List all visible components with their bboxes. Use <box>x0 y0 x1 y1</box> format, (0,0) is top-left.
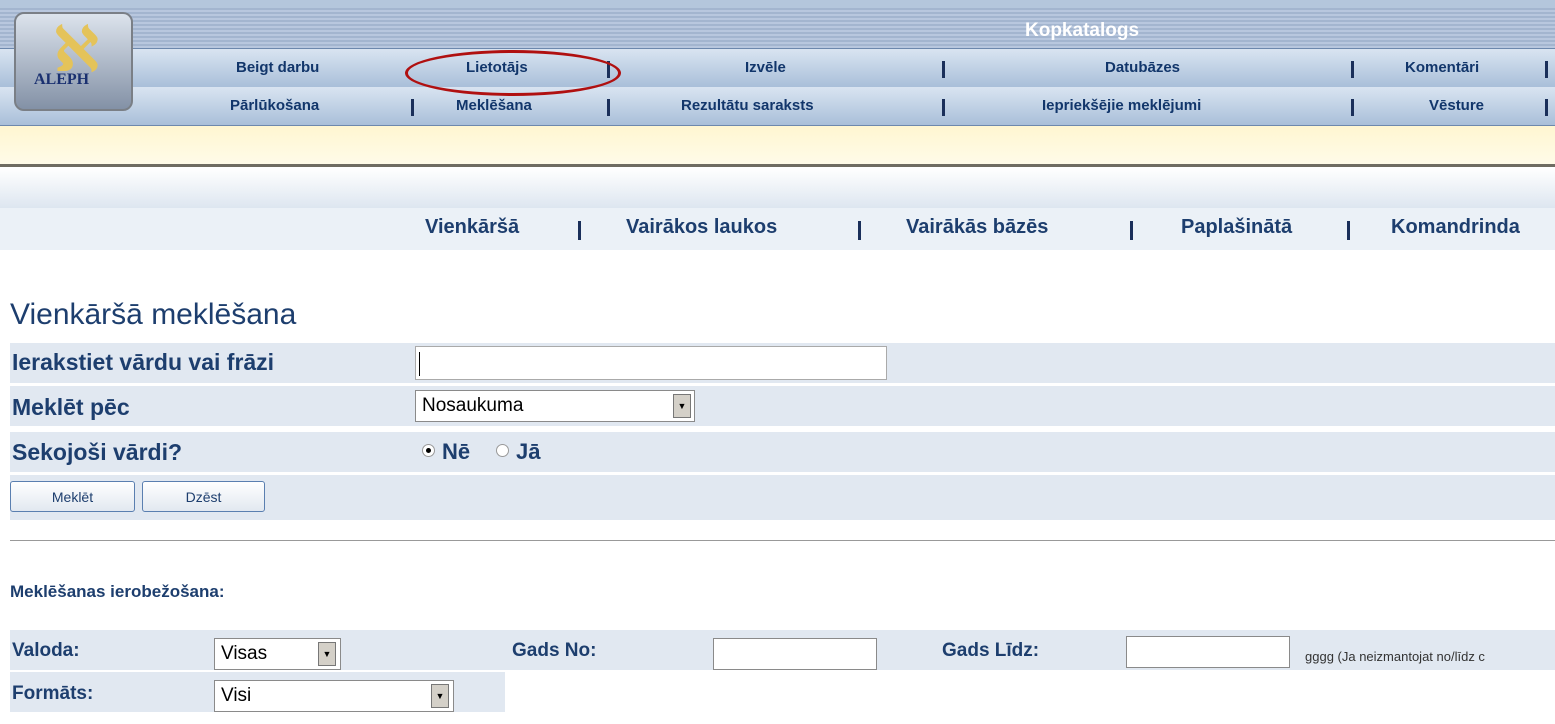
aleph-logo[interactable]: ℵ ALEPH <box>14 12 133 111</box>
divider <box>10 540 1555 541</box>
nav-separator <box>942 61 945 78</box>
word-row: Ierakstiet vārdu vai frāzi <box>10 343 1555 383</box>
nav-logout[interactable]: Beigt darbu <box>236 59 319 76</box>
year-to-label: Gads Līdz: <box>942 640 1040 661</box>
year-from-label: Gads No: <box>512 640 597 661</box>
field-row: Meklēt pēc Nosaukuma ▼ <box>10 386 1555 426</box>
nav-separator <box>1351 61 1354 78</box>
radio-yes-label: Jā <box>516 439 541 464</box>
language-select[interactable]: Visas ▼ <box>214 638 341 670</box>
nav-separator <box>1545 61 1548 78</box>
chevron-down-icon[interactable]: ▼ <box>431 684 449 708</box>
tab-separator <box>1347 221 1350 240</box>
nav-separator <box>1351 99 1354 116</box>
nav-row-1: Beigt darbu Lietotājs Izvēle Datubāzes K… <box>0 48 1555 88</box>
tab-multi-field[interactable]: Vairākos laukos <box>626 216 777 239</box>
search-type-tabs <box>0 208 1555 250</box>
search-button[interactable]: Meklēt <box>10 481 135 512</box>
year-from-input[interactable] <box>713 638 877 670</box>
word-label: Ierakstiet vārdu vai frāzi <box>12 349 275 375</box>
header-title-bar: Kopkatalogs <box>0 8 1555 48</box>
highlight-circle <box>405 50 621 96</box>
language-label: Valoda: <box>12 640 80 661</box>
page-title: Vienkāršā meklēšana <box>10 298 297 331</box>
nav-separator <box>607 99 610 116</box>
logo-text: ALEPH <box>34 71 90 88</box>
year-to-input[interactable] <box>1126 636 1290 668</box>
app-header: Kopkatalogs Beigt darbu Lietotājs Izvēle… <box>0 0 1555 126</box>
nav-separator <box>411 99 414 116</box>
nav-history[interactable]: Vēsture <box>1429 97 1484 114</box>
tab-separator <box>858 221 861 240</box>
text-caret <box>419 352 420 376</box>
nav-separator <box>942 99 945 116</box>
tab-advanced[interactable]: Paplašinātā <box>1181 216 1292 239</box>
message-bar <box>0 126 1555 167</box>
tab-separator <box>578 221 581 240</box>
field-label: Meklēt pēc <box>12 394 130 420</box>
search-input[interactable] <box>415 346 887 380</box>
nav-databases[interactable]: Datubāzes <box>1105 59 1180 76</box>
sub-header-bar <box>0 168 1555 208</box>
limits-row-1: Valoda: Visas ▼ Gads No: Gads Līdz: gggg… <box>10 630 1555 670</box>
tab-basic[interactable]: Vienkāršā <box>425 216 519 239</box>
search-field-select[interactable]: Nosaukuma ▼ <box>415 390 695 422</box>
tab-separator <box>1130 221 1133 240</box>
nav-previous-searches[interactable]: Iepriekšējie meklējumi <box>1042 97 1201 114</box>
language-value: Visas <box>221 643 268 664</box>
adjacent-label: Sekojoši vārdi? <box>12 439 183 465</box>
format-select[interactable]: Visi ▼ <box>214 680 454 712</box>
nav-separator <box>1545 99 1548 116</box>
chevron-down-icon[interactable]: ▼ <box>673 394 691 418</box>
chevron-down-icon[interactable]: ▼ <box>318 642 336 666</box>
nav-preferences[interactable]: Izvēle <box>745 59 786 76</box>
search-field-value: Nosaukuma <box>422 395 524 416</box>
clear-button[interactable]: Dzēst <box>142 481 265 512</box>
adjacent-row: Sekojoši vārdi? Nē Jā <box>10 432 1555 472</box>
tab-command[interactable]: Komandrinda <box>1391 216 1520 239</box>
limits-row-2: Formāts: Visi ▼ <box>10 672 505 712</box>
tab-multi-base[interactable]: Vairākās bāzēs <box>906 216 1048 239</box>
format-label: Formāts: <box>12 683 94 704</box>
catalog-title: Kopkatalogs <box>1025 20 1140 41</box>
format-value: Visi <box>221 685 252 706</box>
radio-no[interactable] <box>422 444 435 457</box>
radio-no-label: Nē <box>442 439 471 464</box>
nav-row-2: Pārlūkošana Meklēšana Rezultātu saraksts… <box>0 87 1555 126</box>
nav-result-list[interactable]: Rezultātu saraksts <box>681 97 814 114</box>
limits-heading: Meklēšanas ierobežošana: <box>10 582 225 601</box>
nav-search[interactable]: Meklēšana <box>456 97 532 114</box>
nav-feedback[interactable]: Komentāri <box>1405 59 1479 76</box>
nav-browse[interactable]: Pārlūkošana <box>230 97 319 114</box>
year-hint: gggg (Ja neizmantojat no/līdz c <box>1305 649 1485 664</box>
radio-yes[interactable] <box>496 444 509 457</box>
